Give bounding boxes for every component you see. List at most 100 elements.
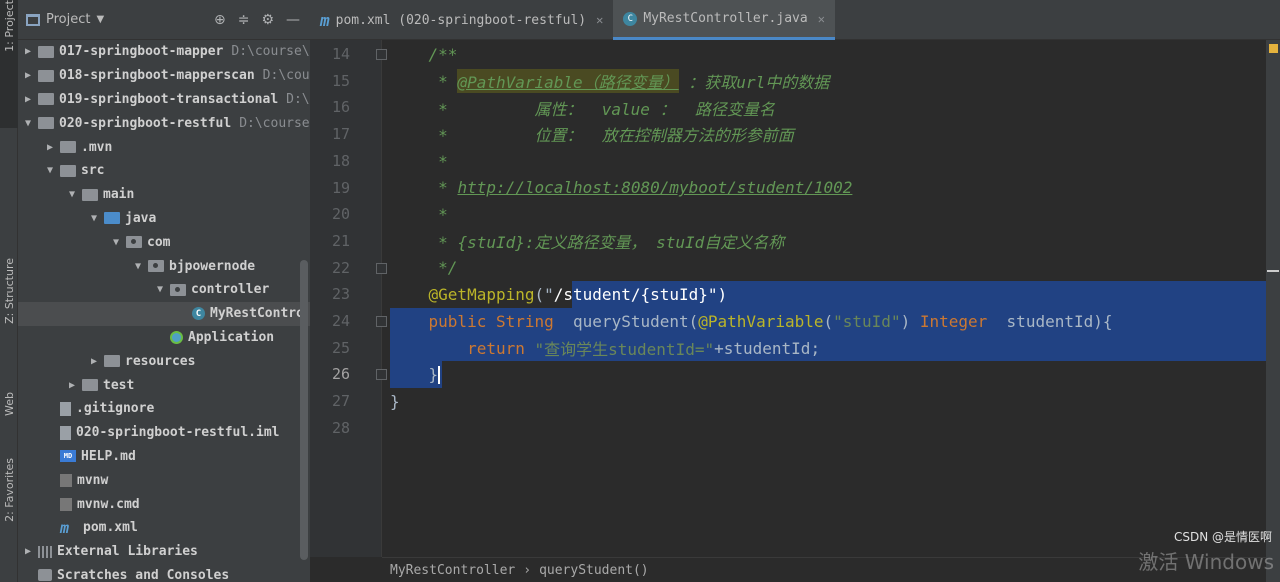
tree-item[interactable]: mvnw.cmd <box>18 492 310 516</box>
tree-item[interactable]: .gitignore <box>18 397 310 421</box>
code-line: return "查询学生studentId=" +studentId; <box>382 335 820 362</box>
tree-item[interactable]: ▼ src <box>18 159 310 183</box>
tree-item-label: External Libraries <box>57 544 198 560</box>
tree-item[interactable]: Application <box>18 326 310 350</box>
code-token: studentId){ <box>987 311 1113 331</box>
editor-area: m pom.xml (020-springboot-restful) ✕ C M… <box>310 0 1280 582</box>
tree-item[interactable]: ▶ 017-springboot-mapper D:\course\ <box>18 40 310 64</box>
tree-item[interactable]: ▼ controller <box>18 278 310 302</box>
tree-item-label: 018-springboot-mapperscan <box>59 68 255 84</box>
code-editor[interactable]: /** * @PathVariable（路径变量） ：获取url中的数据 * 属… <box>382 40 1280 557</box>
tree-item[interactable]: ▶ resources <box>18 349 310 373</box>
tree-item[interactable]: 020-springboot-restful.iml <box>18 421 310 445</box>
tree-item-label: Application <box>188 329 275 345</box>
tree-item[interactable]: Scratches and Consoles <box>18 564 310 582</box>
chevron-down-icon[interactable]: ▼ <box>154 284 166 295</box>
tree-item[interactable]: mvnw <box>18 468 310 492</box>
tree-item-path: D:\course <box>239 115 310 131</box>
project-panel: Project ▼ ⊕ ≑ ⚙ — ▶ 017-springboot-mapper… <box>18 0 310 582</box>
line-number: 22 <box>331 258 350 277</box>
iml-file-icon <box>60 425 71 440</box>
tab-myrestcontroller[interactable]: C MyRestController.java ✕ <box>613 0 835 40</box>
chevron-right-icon[interactable]: ▶ <box>22 546 34 557</box>
web-tool-tab[interactable]: Web <box>0 392 18 442</box>
collapse-all-icon[interactable]: ≑ <box>238 12 250 28</box>
tree-item[interactable]: ▼ com <box>18 230 310 254</box>
close-icon[interactable]: ✕ <box>818 12 825 26</box>
project-scrollbar[interactable] <box>300 260 308 560</box>
chevron-right-icon[interactable]: ▶ <box>22 94 34 105</box>
gear-icon[interactable]: ⚙ <box>261 12 274 28</box>
web-tool-label: Web <box>2 392 16 416</box>
tab-pom-xml[interactable]: m pom.xml (020-springboot-restful) ✕ <box>310 0 613 40</box>
tree-item[interactable]: ▶ test <box>18 373 310 397</box>
breadcrumb-method[interactable]: queryStudent() <box>539 563 649 578</box>
code-token: http://localhost:8080/myboot/student/100… <box>457 178 853 198</box>
code-token: @PathVariable（路径变量） <box>457 69 679 94</box>
chevron-down-icon[interactable]: ▼ <box>66 189 78 200</box>
chevron-down-icon[interactable]: ▼ <box>22 118 34 129</box>
tree-item[interactable]: ▼ bjpowernode <box>18 254 310 278</box>
spring-boot-icon <box>170 330 183 344</box>
code-line: * {stuId}:定义路径变量， stuId自定义名称 <box>382 228 784 255</box>
module-folder-icon <box>38 93 54 106</box>
code-token: /student/{stuId}") <box>553 285 728 305</box>
chevron-right-icon[interactable]: ▶ <box>22 46 34 57</box>
tree-item-label: test <box>103 377 135 393</box>
libraries-icon <box>38 545 52 558</box>
structure-tool-tab[interactable]: Z: Structure <box>0 258 18 368</box>
breadcrumb-class[interactable]: MyRestController <box>390 563 515 578</box>
tree-item-label: Scratches and Consoles <box>57 567 230 582</box>
tree-item[interactable]: MD HELP.md <box>18 445 310 469</box>
tree-item[interactable]: ▶ 019-springboot-transactional D:\ <box>18 88 310 112</box>
chevron-right-icon[interactable]: ▶ <box>66 380 78 391</box>
chevron-down-icon[interactable]: ▼ <box>110 237 122 248</box>
tree-item-label: resources <box>125 353 196 369</box>
favorites-tool-tab[interactable]: 2: Favorites <box>0 458 18 578</box>
folder-icon <box>82 188 98 201</box>
locate-icon[interactable]: ⊕ <box>214 12 226 28</box>
project-title[interactable]: Project <box>46 12 90 27</box>
project-folder-icon <box>26 13 40 26</box>
chevron-right-icon[interactable]: ▶ <box>44 142 56 153</box>
tree-item[interactable]: ▼ main <box>18 183 310 207</box>
folder-icon <box>60 164 76 177</box>
tree-item-label: controller <box>191 282 270 298</box>
warning-marker-icon[interactable] <box>1269 44 1278 53</box>
chevron-down-icon[interactable]: ▼ <box>88 213 100 224</box>
script-file-icon <box>60 473 72 487</box>
chevron-right-icon[interactable]: ▶ <box>22 70 34 81</box>
chevron-down-icon[interactable]: ▼ <box>96 14 104 25</box>
code-token: /** <box>428 44 458 64</box>
tree-item[interactable]: ▼ java <box>18 207 310 231</box>
code-token: * {stuId}:定义路径变量， stuId自定义名称 <box>438 233 785 253</box>
tree-item[interactable]: ▶ 018-springboot-mapperscan D:\cou <box>18 64 310 88</box>
tree-item[interactable]: ▶ .mvn <box>18 135 310 159</box>
code-token: * <box>438 178 458 198</box>
code-line: * <box>382 201 448 228</box>
error-stripe[interactable] <box>1266 40 1280 582</box>
tab-label: MyRestController.java <box>643 11 808 26</box>
code-token: } <box>428 365 439 385</box>
tree-item[interactable]: ▶ External Libraries <box>18 540 310 564</box>
chevron-down-icon[interactable]: ▼ <box>132 261 144 272</box>
scroll-position-marker <box>1267 270 1279 272</box>
tree-item[interactable]: C MyRestContro <box>18 301 310 326</box>
code-token: queryStudent( <box>553 311 699 331</box>
tree-item[interactable]: ▼ 020-springboot-restful D:\course <box>18 111 310 135</box>
maven-icon: m <box>320 10 330 30</box>
close-icon[interactable]: ✕ <box>596 13 603 27</box>
chevron-right-icon[interactable]: ▶ <box>88 356 100 367</box>
hide-panel-icon[interactable]: — <box>286 12 300 28</box>
text-caret <box>438 365 441 384</box>
code-token: ：获取url中的数据 <box>678 73 830 93</box>
project-tool-tab[interactable]: 1: Project <box>0 0 18 128</box>
tree-item[interactable]: m pom.xml <box>18 516 310 540</box>
chevron-down-icon[interactable]: ▼ <box>44 165 56 176</box>
code-token: * <box>438 71 458 91</box>
